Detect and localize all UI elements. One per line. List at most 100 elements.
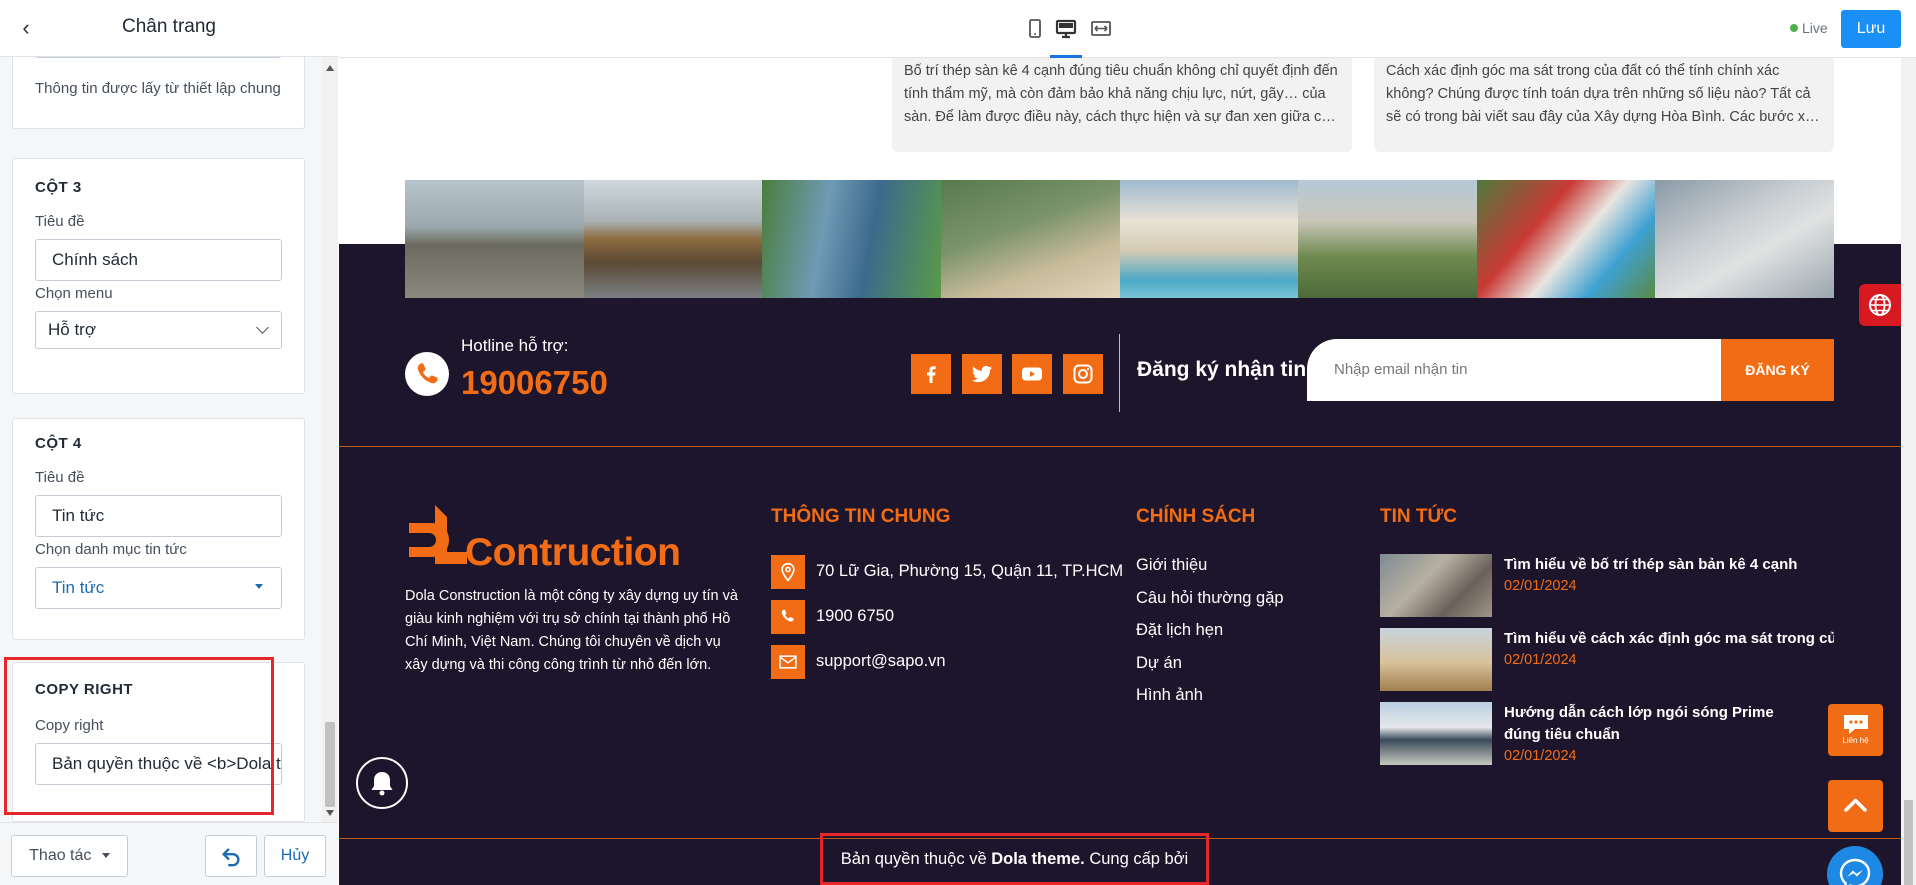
undo-icon <box>222 848 240 867</box>
policy-link[interactable]: Đặt lịch hẹn <box>1136 621 1223 640</box>
photo-gallery <box>405 180 1834 298</box>
preview-scrollbar[interactable] <box>1901 58 1916 885</box>
gallery-photo[interactable] <box>405 180 584 298</box>
messenger-button[interactable] <box>1827 846 1883 885</box>
column-4-title-input[interactable]: Tin tức <box>35 495 282 537</box>
highlight-box-copyright-setting <box>4 657 274 815</box>
phone-icon <box>405 352 449 396</box>
back-to-top-button[interactable] <box>1828 780 1883 832</box>
column-4-category-label: Chọn danh mục tin tức <box>35 541 187 558</box>
copyright-prefix: Bản quyền thuộc về <box>840 850 992 868</box>
twitter-button[interactable] <box>962 354 1002 394</box>
panel-footer: Thao tác Hủy <box>0 822 338 885</box>
general-info-heading: THÔNG TIN CHUNG <box>771 506 951 527</box>
news-title[interactable]: Tìm hiểu về cách xác định góc ma sát tro… <box>1504 628 1834 650</box>
gallery-photo[interactable] <box>1298 180 1477 298</box>
undo-button[interactable] <box>205 835 257 877</box>
scrollbar-thumb[interactable] <box>325 722 335 807</box>
hotline-number[interactable]: 19006750 <box>461 364 608 402</box>
fullwidth-view-button[interactable] <box>1085 14 1117 44</box>
subscribe-email-input[interactable]: Nhập email nhận tin <box>1307 339 1721 401</box>
news-thumbnail[interactable] <box>1380 554 1492 617</box>
column-4-category-select[interactable]: Tin tức <box>35 567 282 609</box>
policy-link[interactable]: Câu hỏi thường gặp <box>1136 589 1284 608</box>
address-text: 70 Lữ Gia, Phường 15, Quận 11, TP.HCM <box>816 562 1124 580</box>
desktop-view-button[interactable] <box>1050 14 1082 59</box>
column-3-card: CỘT 3 Tiêu đề Chính sách Chọn menu Hỗ tr… <box>12 158 305 394</box>
column-3-menu-select[interactable]: Hỗ trợ <box>35 311 282 349</box>
column-3-menu-label: Chọn menu <box>35 285 113 302</box>
policy-link[interactable]: Hình ảnh <box>1136 686 1203 705</box>
actions-label: Thao tác <box>29 847 92 864</box>
instagram-icon <box>1073 364 1093 384</box>
panel-scrollbar[interactable] <box>322 57 338 822</box>
location-icon <box>771 555 805 589</box>
gallery-photo[interactable] <box>1476 180 1656 298</box>
news-thumbnail[interactable] <box>1380 628 1492 691</box>
scroll-down-arrow-icon[interactable] <box>326 810 334 816</box>
site-logo[interactable]: Contruction <box>405 501 681 580</box>
chevron-up-icon <box>1844 798 1867 812</box>
policy-heading: CHÍNH SÁCH <box>1136 506 1256 527</box>
language-button[interactable] <box>1859 284 1901 326</box>
scrollbar-thumb[interactable] <box>1904 800 1913 885</box>
column-3-title-input[interactable]: Chính sách <box>35 239 282 281</box>
cancel-button[interactable]: Hủy <box>264 835 326 877</box>
company-description: Dola Construction là một công ty xây dựn… <box>405 588 738 673</box>
contact-button[interactable]: Liên hệ <box>1828 704 1883 756</box>
footer-divider <box>339 446 1901 447</box>
news-thumbnail[interactable] <box>1380 702 1492 765</box>
logo-mark-icon <box>409 505 467 564</box>
column-4-card: CỘT 4 Tiêu đề Tin tức Chọn danh mục tin … <box>12 418 305 640</box>
panel-header: ‹ Chân trang <box>0 0 338 57</box>
caret-down-icon <box>255 584 263 589</box>
news-title[interactable]: Hướng dẫn cách lớp ngói sóng Prime đúng … <box>1504 702 1794 746</box>
facebook-button[interactable] <box>911 354 951 394</box>
logo-text: Contruction <box>465 531 681 574</box>
policy-link[interactable]: Dự án <box>1136 654 1182 673</box>
youtube-icon <box>1022 367 1042 381</box>
gallery-photo[interactable] <box>1119 180 1299 298</box>
editor-app: ‹ Chân trang Thông tin được lấy từ thiết… <box>0 0 1916 885</box>
news-title[interactable]: Tìm hiểu về bố trí thép sàn bản kê 4 cạn… <box>1504 554 1834 576</box>
policy-link[interactable]: Giới thiệu <box>1136 556 1207 575</box>
copyright-bar: Bản quyền thuộc về Dola theme. Cung cấp … <box>820 833 1209 885</box>
gallery-photo[interactable] <box>583 180 763 298</box>
phone-text[interactable]: 1900 6750 <box>816 607 894 626</box>
facebook-icon <box>927 366 936 383</box>
blog-card-excerpt[interactable]: Cách xác định góc ma sát trong của đất c… <box>1374 58 1834 152</box>
save-button[interactable]: Lưu <box>1841 10 1901 48</box>
gallery-photo[interactable] <box>940 180 1120 298</box>
notification-bell-button[interactable] <box>356 757 408 809</box>
site-preview[interactable]: Bố trí thép sàn kê 4 cạnh đúng tiêu chuẩ… <box>339 58 1901 885</box>
instagram-button[interactable] <box>1063 354 1103 394</box>
column-4-heading: CỘT 4 <box>35 435 82 452</box>
gallery-photo[interactable] <box>762 180 941 298</box>
live-dot-icon <box>1790 24 1798 32</box>
gallery-photo[interactable] <box>1655 180 1834 298</box>
twitter-icon <box>972 365 992 383</box>
scroll-up-arrow-icon[interactable] <box>326 65 334 71</box>
subscribe-button[interactable]: ĐĂNG KÝ <box>1721 339 1834 401</box>
copyright-brand[interactable]: Dola theme. <box>991 850 1085 868</box>
hotline-label: Hotline hỗ trợ: <box>461 336 569 355</box>
mobile-view-button[interactable] <box>1019 14 1051 44</box>
preview-toolbar: Live Lưu <box>339 0 1916 59</box>
column-3-heading: CỘT 3 <box>35 179 82 196</box>
mail-icon <box>771 645 805 679</box>
news-heading: TIN TỨC <box>1380 506 1457 527</box>
vertical-divider <box>1119 334 1120 412</box>
live-label: Live <box>1802 20 1828 36</box>
youtube-button[interactable] <box>1012 354 1052 394</box>
contact-label: Liên hệ <box>1842 736 1869 745</box>
info-text: Thông tin được lấy từ thiết lập chung <box>35 80 281 97</box>
actions-dropdown-button[interactable]: Thao tác <box>11 835 128 877</box>
column-3-menu-value: Hỗ trợ <box>48 320 96 339</box>
column-3-title-label: Tiêu đề <box>35 213 85 230</box>
blog-card-excerpt[interactable]: Bố trí thép sàn kê 4 cạnh đúng tiêu chuẩ… <box>892 58 1352 152</box>
news-date: 02/01/2024 <box>1504 652 1577 668</box>
column-4-category-value: Tin tức <box>52 578 105 597</box>
globe-icon <box>1869 294 1891 316</box>
blog-card-text: Cách xác định góc ma sát trong của đất c… <box>1386 63 1821 125</box>
email-text[interactable]: support@sapo.vn <box>816 652 946 671</box>
